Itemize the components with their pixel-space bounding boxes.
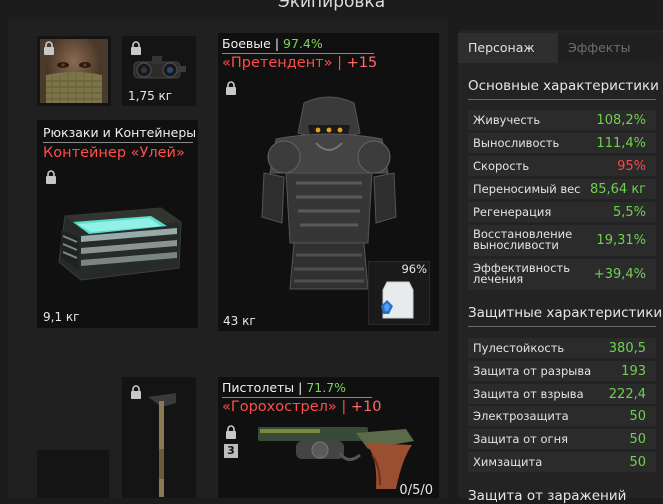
stat-value: 5,5%	[612, 205, 646, 220]
lock-icon	[45, 170, 57, 184]
stats-tabs: Персонаж Эффекты	[458, 33, 663, 63]
contamination-stats-title: Защита от заражений	[468, 488, 627, 504]
stat-value: 19,31%	[596, 233, 646, 248]
stat-name: Химзащита	[473, 455, 543, 469]
stat-row: Электрозащита 50	[468, 406, 656, 426]
main-stats-divider	[468, 99, 656, 100]
artifact-icon	[375, 276, 421, 326]
window-title: Экипировка	[277, 0, 386, 12]
stat-row: Защита от разрыва 193	[468, 361, 656, 381]
mask-slot[interactable]	[37, 36, 111, 106]
armor-category: Боевые | 97.4%	[222, 36, 323, 51]
stat-row: Переносимый вес 85,64 кг	[468, 179, 656, 199]
defense-stats-title: Защитные характеристики	[468, 305, 663, 321]
stat-value: 50	[629, 409, 646, 424]
lock-icon	[225, 425, 237, 439]
stat-name: Защита от разрыва	[473, 364, 592, 378]
stat-value: 380,5	[608, 341, 646, 356]
melee-slot[interactable]	[122, 377, 196, 498]
armor-weight: 43 кг	[223, 314, 256, 328]
pistol-name: «Горохострел» | +10	[222, 399, 382, 415]
stat-row: Защита от взрыва 222,4	[468, 384, 656, 404]
lock-icon	[130, 41, 142, 55]
stat-row: Химзащита 50	[468, 452, 656, 472]
pistol-ammo: 0/5/0	[399, 483, 433, 498]
stat-row: Скорость 95%	[468, 156, 656, 176]
empty-slot[interactable]	[37, 450, 109, 498]
stat-row: Живучесть 108,2%	[468, 110, 656, 130]
stat-name: Скорость	[473, 159, 530, 173]
stat-name: Электрозащита	[473, 409, 569, 423]
backpack-category: Рюкзаки и Контейнеры	[43, 125, 197, 140]
stat-row: Пулестойкость 380,5	[468, 338, 656, 358]
armor-category-underline	[222, 53, 374, 54]
stat-row: Защита от огня 50	[468, 429, 656, 449]
pistol-slot[interactable]: Пистолеты | 71.7% «Горохострел» | +10 3 …	[218, 377, 439, 498]
stat-value: 193	[621, 364, 646, 379]
device-weight: 1,75 кг	[128, 89, 173, 103]
stat-row: Выносливость 111,4%	[468, 133, 656, 153]
pistol-category: Пистолеты | 71.7%	[222, 380, 347, 395]
goggles-icon	[130, 52, 188, 92]
stat-name: Регенерация	[473, 205, 552, 219]
backpack-weight: 9,1 кг	[43, 310, 80, 324]
backpack-slot[interactable]: Рюкзаки и Контейнеры Контейнер «Улей» 9,…	[37, 120, 198, 328]
armor-slot[interactable]: Боевые | 97.4% «Претендент» | +15 96% 43…	[218, 33, 439, 331]
stat-name: Живучесть	[473, 113, 541, 127]
artifact-durability: 96%	[401, 262, 427, 276]
stat-name: Защита от взрыва	[473, 387, 584, 401]
stat-value: 108,2%	[596, 113, 646, 128]
stat-name: Эффективность лечения	[473, 261, 571, 286]
stat-name: Пулестойкость	[473, 341, 565, 355]
stat-name: Восстановление выносливости	[473, 227, 573, 252]
tab-character[interactable]: Персонаж	[458, 33, 558, 63]
stat-row: Регенерация 5,5%	[468, 202, 656, 222]
stat-value: +39,4%	[593, 267, 646, 282]
defense-stats-divider	[468, 326, 656, 327]
stat-name: Защита от огня	[473, 432, 569, 446]
device-slot[interactable]: 1,75 кг	[122, 36, 196, 106]
stat-value: 50	[629, 455, 646, 470]
stat-row: Восстановление выносливости 19,31%	[468, 225, 656, 256]
stat-name: Переносимый вес	[473, 182, 581, 196]
pistol-category-underline	[222, 397, 372, 398]
artifact-container[interactable]: 96%	[368, 261, 430, 325]
stat-name: Выносливость	[473, 136, 560, 150]
stat-value: 95%	[617, 159, 646, 174]
armor-name: «Претендент» | +15	[222, 55, 378, 71]
stat-value: 85,64 кг	[589, 182, 646, 197]
backpack-name: Контейнер «Улей»	[43, 145, 185, 161]
backpack-category-underline	[43, 142, 193, 143]
lock-icon	[43, 41, 55, 55]
tier-badge: 3	[224, 444, 238, 458]
axe-icon	[140, 389, 184, 502]
stat-row: Эффективность лечения +39,4%	[468, 259, 656, 290]
stat-value: 111,4%	[596, 136, 646, 151]
stat-value: 222,4	[608, 387, 646, 402]
main-stats-title: Основные характеристики	[468, 78, 659, 94]
stat-value: 50	[629, 432, 646, 447]
container-icon	[51, 196, 187, 292]
lock-icon	[225, 81, 237, 95]
tab-effects[interactable]: Эффекты	[558, 33, 663, 63]
